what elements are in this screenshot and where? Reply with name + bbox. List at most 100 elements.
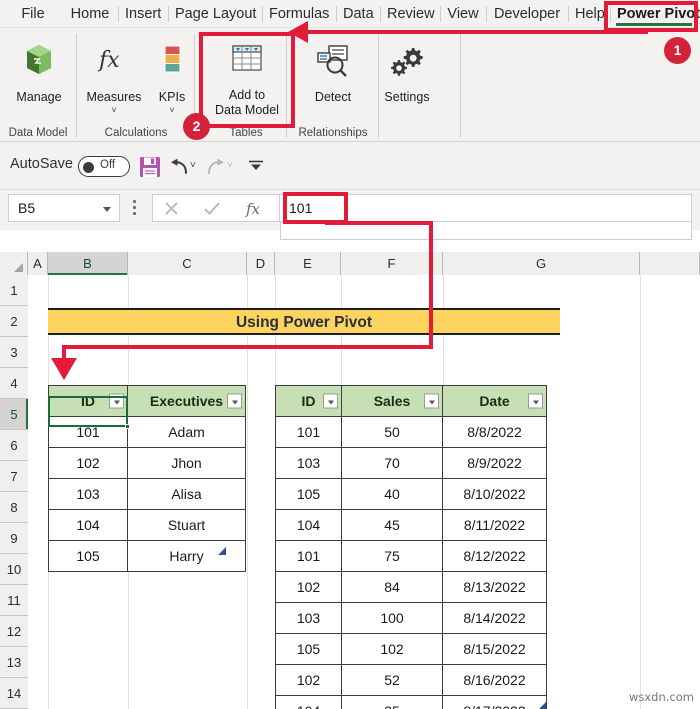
table-cell[interactable]: Harry [127, 540, 246, 572]
table-row[interactable]: 101 50 8/8/2022 [275, 416, 547, 448]
table-row[interactable]: 102 Jhon [48, 447, 246, 479]
table-cell[interactable]: 8/17/2022 [442, 695, 547, 709]
row-header-12[interactable]: 12 [0, 616, 28, 647]
table-cell[interactable]: 101 [275, 416, 342, 448]
row-header-3[interactable]: 3 [0, 337, 28, 368]
executives-table[interactable]: ID Executives 101 Adam 102 Jhon 103 Alisa 104 S… [48, 385, 246, 572]
table-cell[interactable]: 102 [275, 571, 342, 603]
fill-handle[interactable] [125, 424, 130, 429]
table-cell[interactable]: Adam [127, 416, 246, 448]
table-cell[interactable]: 8/8/2022 [442, 416, 547, 448]
table-row[interactable]: 105 40 8/10/2022 [275, 478, 547, 510]
insert-function-icon[interactable]: fx [245, 198, 267, 219]
table-cell[interactable]: 104 [275, 509, 342, 541]
column-header-id[interactable]: ID [275, 385, 342, 417]
table-cell[interactable]: 101 [48, 416, 128, 448]
column-header-B[interactable]: B [48, 252, 128, 275]
settings-button[interactable]: Settings [372, 48, 442, 105]
table-cell[interactable]: 8/15/2022 [442, 633, 547, 665]
table-cell[interactable]: 105 [48, 540, 128, 572]
undo-chevron-down-icon[interactable]: ˅ [190, 160, 196, 171]
table-row[interactable]: 104358/17/2022 [275, 695, 547, 709]
ribbon-tab-page-layout[interactable]: Page Layout [168, 0, 262, 28]
table-cell[interactable]: 105 [275, 478, 342, 510]
table-resize-handle[interactable] [538, 702, 546, 709]
table-cell[interactable]: 35 [341, 695, 443, 709]
sales-table[interactable]: ID Sales Date 101 50 8/8/2022 103 70 8/9… [275, 385, 547, 709]
column-header-F[interactable]: F [341, 252, 443, 275]
row-header-8[interactable]: 8 [0, 492, 28, 523]
ribbon-tab-data[interactable]: Data [336, 0, 380, 28]
filter-dropdown-icon[interactable] [528, 393, 543, 409]
table-row[interactable]: 101 Adam [48, 416, 246, 448]
table-row[interactable]: 102 52 8/16/2022 [275, 664, 547, 696]
name-box[interactable]: B5 [8, 194, 120, 222]
column-header-C[interactable]: C [128, 252, 247, 275]
table-cell[interactable]: 84 [341, 571, 443, 603]
save-icon[interactable] [138, 155, 162, 179]
row-header-13[interactable]: 13 [0, 647, 28, 678]
table-cell[interactable]: 8/12/2022 [442, 540, 547, 572]
table-row[interactable]: 105 102 8/15/2022 [275, 633, 547, 665]
table-cell[interactable]: 104 [275, 695, 342, 709]
table-cell[interactable]: 50 [341, 416, 443, 448]
ribbon-tab-review[interactable]: Review [380, 0, 440, 28]
table-cell[interactable]: 8/11/2022 [442, 509, 547, 541]
detect-button[interactable]: Detect [300, 45, 366, 105]
redo-icon[interactable] [205, 156, 227, 178]
table-row[interactable]: 103 100 8/14/2022 [275, 602, 547, 634]
table-cell[interactable]: 102 [275, 664, 342, 696]
filter-dropdown-icon[interactable] [109, 393, 124, 409]
row-header-9[interactable]: 9 [0, 523, 28, 554]
table-cell[interactable]: Jhon [127, 447, 246, 479]
table-cell[interactable]: 8/10/2022 [442, 478, 547, 510]
cancel-icon[interactable] [163, 200, 180, 217]
ribbon-tab-home[interactable]: Home [62, 0, 118, 28]
table-cell[interactable]: 40 [341, 478, 443, 510]
measures-button[interactable]: fx Measures ˅ [78, 48, 150, 115]
table-cell[interactable]: 52 [341, 664, 443, 696]
table-cell[interactable]: 75 [341, 540, 443, 572]
table-cell[interactable]: 102 [48, 447, 128, 479]
column-header-E[interactable]: E [275, 252, 341, 275]
row-header-1[interactable]: 1 [0, 275, 28, 306]
table-cell[interactable]: Stuart [127, 509, 246, 541]
autosave-toggle[interactable]: Off [78, 156, 130, 177]
table-cell[interactable]: 103 [48, 478, 128, 510]
column-header-A[interactable]: A [28, 252, 48, 275]
column-header-blank[interactable] [640, 252, 700, 275]
table-cell[interactable]: 103 [275, 602, 342, 634]
kpis-button[interactable]: KPIs ˅ [150, 45, 194, 115]
column-header-sales[interactable]: Sales [341, 385, 443, 417]
row-header-2[interactable]: 2 [0, 306, 28, 337]
sheet-cells-area[interactable]: Using Power Pivot ID Executives 101 Adam… [28, 275, 700, 709]
table-row[interactable]: 103 70 8/9/2022 [275, 447, 547, 479]
column-header-D[interactable]: D [247, 252, 275, 275]
redo-chevron-down-icon[interactable]: ˅ [227, 160, 233, 171]
undo-icon[interactable] [168, 156, 190, 178]
table-cell[interactable]: 101 [275, 540, 342, 572]
table-row[interactable]: 102 84 8/13/2022 [275, 571, 547, 603]
table-resize-handle[interactable] [218, 547, 226, 555]
row-header-5[interactable]: 5 [0, 399, 28, 430]
table-row[interactable]: 105 Harry [48, 540, 246, 572]
ribbon-tab-insert[interactable]: Insert [118, 0, 168, 28]
confirm-icon[interactable] [203, 200, 221, 217]
column-header-date[interactable]: Date [442, 385, 547, 417]
row-header-11[interactable]: 11 [0, 585, 28, 616]
table-row[interactable]: 104 Stuart [48, 509, 246, 541]
chevron-down-icon[interactable]: ˅ [150, 106, 194, 115]
manage-button[interactable]: Manage [6, 45, 72, 105]
table-cell[interactable]: 70 [341, 447, 443, 479]
ribbon-tab-file[interactable]: File [12, 0, 54, 28]
column-header-executives[interactable]: Executives [127, 385, 246, 417]
row-header-6[interactable]: 6 [0, 430, 28, 461]
name-box-resize-handle[interactable] [133, 199, 137, 217]
row-header-4[interactable]: 4 [0, 368, 28, 399]
ribbon-tab-view[interactable]: View [440, 0, 486, 28]
filter-dropdown-icon[interactable] [227, 393, 242, 409]
table-cell[interactable]: Alisa [127, 478, 246, 510]
filter-dropdown-icon[interactable] [323, 393, 338, 409]
table-cell[interactable]: 8/13/2022 [442, 571, 547, 603]
row-header-10[interactable]: 10 [0, 554, 28, 585]
